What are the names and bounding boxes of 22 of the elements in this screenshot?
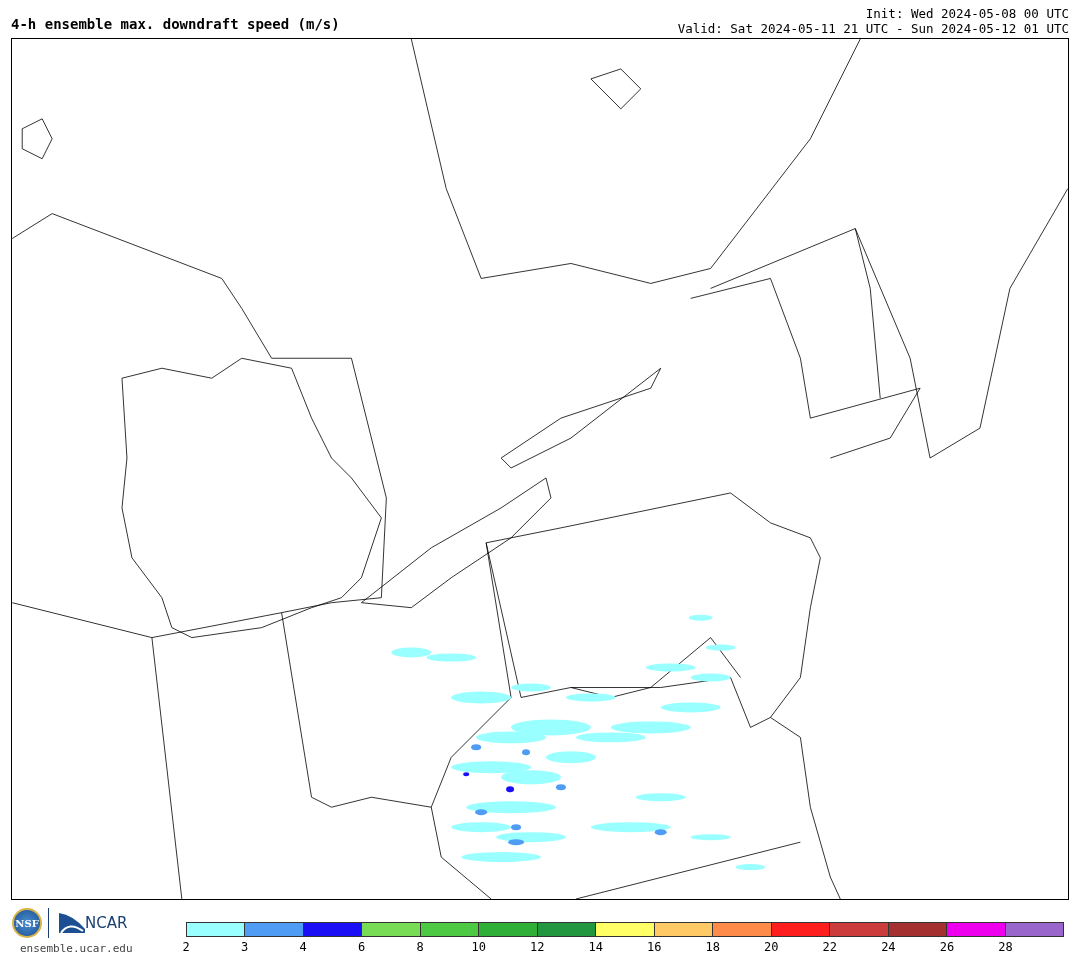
tick-label: 10 bbox=[471, 940, 486, 954]
tick-label: 22 bbox=[822, 940, 838, 954]
tick-label: 24 bbox=[881, 940, 896, 954]
tick-label: 20 bbox=[764, 940, 779, 954]
tick-label: 28 bbox=[998, 940, 1013, 954]
wave-logo-icon bbox=[59, 913, 85, 933]
tick-label: 12 bbox=[529, 940, 545, 954]
tick-label: 3 bbox=[240, 940, 249, 954]
nsf-logo: NSF bbox=[12, 908, 42, 938]
tick-label: 6 bbox=[358, 940, 366, 954]
valid-time: Valid: Sat 2024-05-11 21 UTC - Sun 2024-05-12 01 UTC bbox=[677, 21, 1069, 36]
tick-label: 18 bbox=[705, 940, 720, 954]
tick-label: 14 bbox=[588, 940, 603, 954]
tick-label: 8 bbox=[416, 940, 424, 954]
site-url: ensemble.ucar.edu bbox=[20, 942, 134, 955]
tick-label: 2 bbox=[182, 940, 190, 954]
tick-label: 26 bbox=[939, 940, 955, 954]
chart-title: 4-h ensemble max. downdraft speed (m/s) bbox=[11, 16, 340, 34]
ncar-logo: NCAR bbox=[85, 914, 128, 932]
init-time: Init: Wed 2024-05-08 00 UTC bbox=[864, 6, 1069, 21]
tick-label: 4 bbox=[299, 940, 307, 954]
tick-label: 16 bbox=[647, 940, 662, 954]
